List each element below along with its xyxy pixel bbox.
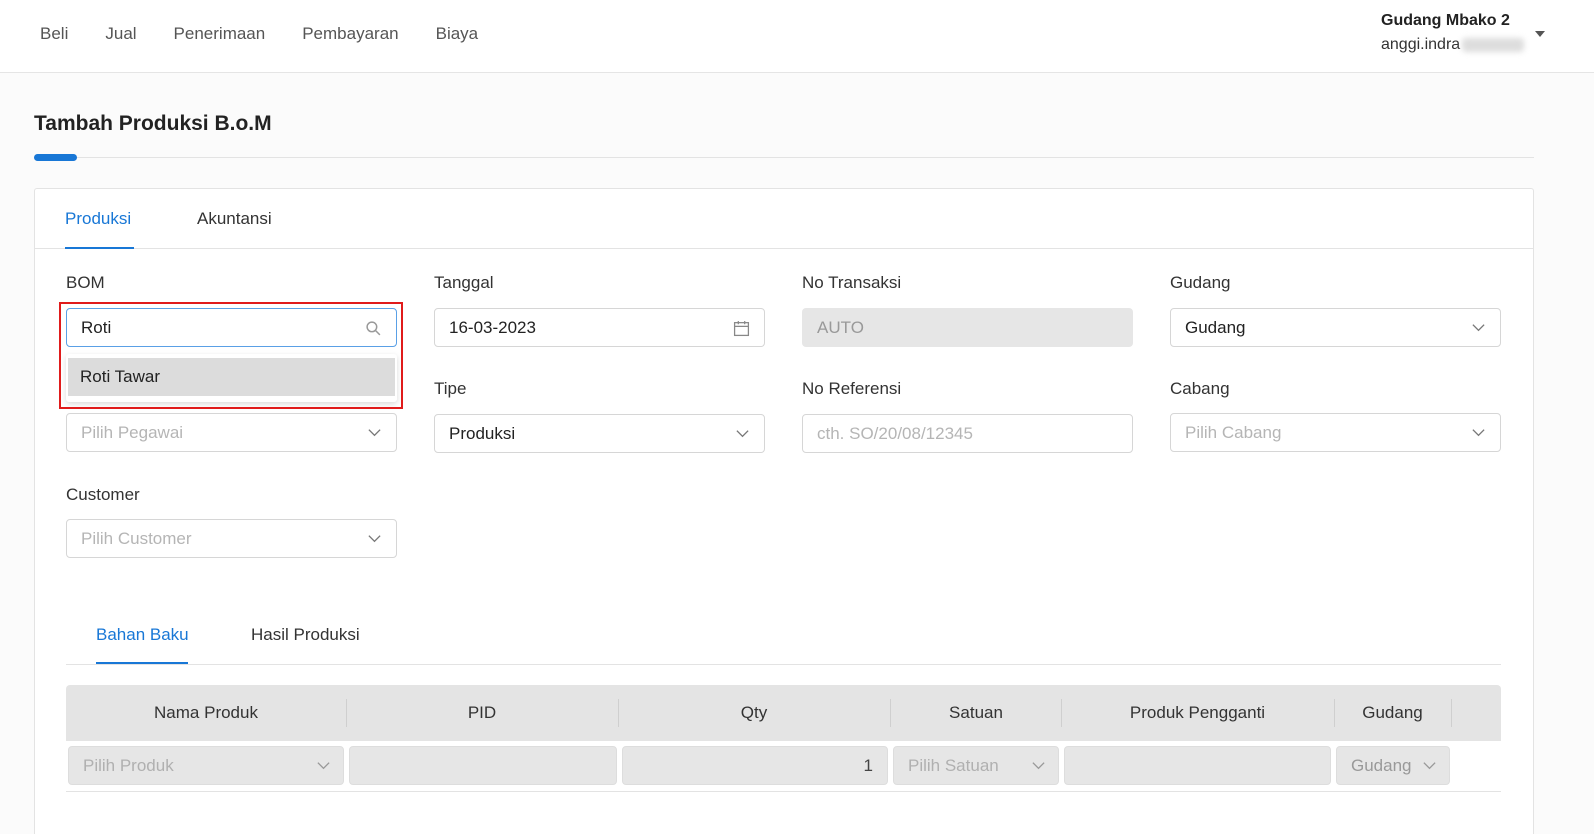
tanggal-label: Tanggal: [434, 273, 494, 292]
row-produk-select[interactable]: Pilih Produk: [68, 746, 344, 785]
col-nama-produk: Nama Produk: [154, 703, 258, 722]
tipe-value: Produksi: [449, 423, 516, 443]
top-bar: Beli Jual Penerimaan Pembayaran Biaya Gu…: [0, 0, 1594, 73]
tanggal-date-input[interactable]: 16-03-2023: [434, 308, 765, 347]
chevron-down-icon: [1472, 324, 1485, 332]
no-transaksi-label: No Transaksi: [802, 273, 902, 292]
col-produk-pengganti: Produk Pengganti: [1129, 703, 1266, 722]
chevron-down-icon: [1423, 762, 1436, 770]
no-transaksi-input: AUTO: [802, 308, 1133, 347]
no-referensi-input[interactable]: cth. SO/20/08/12345: [802, 414, 1133, 453]
customer-placeholder: Pilih Customer: [81, 528, 192, 548]
chevron-down-icon: [1032, 762, 1045, 770]
user-menu[interactable]: Gudang Mbako 2 anggi.indra: [1381, 12, 1525, 54]
no-referensi-placeholder: cth. SO/20/08/12345: [817, 423, 973, 443]
bom-label: BOM: [66, 273, 105, 292]
nav-item-jual[interactable]: Jual: [105, 24, 136, 44]
highlight-box: [59, 302, 403, 409]
gudang-select[interactable]: Gudang: [1170, 308, 1501, 347]
row-gudang-value: Gudang: [1351, 755, 1412, 775]
table-header: Nama Produk PID Qty Satuan Produk Pengga…: [66, 685, 1501, 741]
no-transaksi-value: AUTO: [817, 317, 864, 337]
row-qty-input[interactable]: 1: [622, 746, 888, 785]
satuan-placeholder: Pilih Satuan: [908, 755, 999, 775]
nav-item-penerimaan[interactable]: Penerimaan: [174, 24, 266, 44]
col-qty: Qty: [740, 703, 768, 722]
produk-placeholder: Pilih Produk: [83, 755, 174, 775]
calendar-icon: [733, 321, 750, 337]
title-divider: [34, 157, 1534, 158]
tipe-select[interactable]: Produksi: [434, 414, 765, 453]
row-gudang-select[interactable]: Gudang: [1336, 746, 1450, 785]
cabang-placeholder: Pilih Cabang: [1185, 422, 1282, 442]
page-title: Tambah Produksi B.o.M: [34, 112, 272, 135]
pegawai-select[interactable]: Pilih Pegawai: [66, 413, 397, 452]
user-email-text: anggi.indra: [1381, 36, 1461, 53]
column-divider: [1451, 699, 1452, 727]
nav-item-biaya[interactable]: Biaya: [436, 24, 479, 44]
user-email: anggi.indra: [1381, 36, 1525, 54]
pegawai-placeholder: Pilih Pegawai: [81, 422, 184, 442]
chevron-down-icon: [368, 429, 381, 437]
qty-value: 1: [863, 755, 873, 775]
chevron-down-icon: [736, 430, 749, 438]
caret-down-icon[interactable]: [1535, 31, 1545, 37]
col-satuan: Satuan: [949, 703, 1003, 722]
chevron-down-icon: [1472, 429, 1485, 437]
chevron-down-icon: [368, 535, 381, 543]
customer-label: Customer: [66, 485, 140, 504]
row-produk-pengganti-input[interactable]: [1064, 746, 1331, 785]
col-pid: PID: [467, 703, 497, 722]
chevron-down-icon: [317, 762, 330, 770]
tipe-label: Tipe: [434, 379, 467, 398]
cabang-label: Cabang: [1170, 379, 1230, 398]
col-gudang: Gudang: [1362, 703, 1423, 722]
row-satuan-select[interactable]: Pilih Satuan: [893, 746, 1059, 785]
organization-name: Gudang Mbako 2: [1381, 12, 1510, 29]
row-pid-input[interactable]: [349, 746, 617, 785]
tab-bahan-baku[interactable]: Bahan Baku: [96, 625, 189, 645]
nav-item-beli[interactable]: Beli: [40, 24, 68, 44]
top-tabs: Produksi Akuntansi: [35, 189, 1533, 249]
nav-item-pembayaran[interactable]: Pembayaran: [302, 24, 398, 44]
gudang-value: Gudang: [1185, 317, 1246, 337]
customer-select[interactable]: Pilih Customer: [66, 519, 397, 558]
gudang-label: Gudang: [1170, 273, 1231, 292]
title-accent-bar: [34, 154, 77, 161]
tanggal-value: 16-03-2023: [449, 317, 536, 337]
tab-hasil-produksi[interactable]: Hasil Produksi: [251, 625, 360, 645]
main-nav: Beli Jual Penerimaan Pembayaran Biaya: [40, 24, 515, 44]
email-redacted: [1462, 38, 1525, 52]
tab-produksi[interactable]: Produksi: [65, 209, 131, 229]
tab-active-indicator: [65, 247, 134, 249]
row-divider: [66, 791, 1501, 792]
subtab-divider: [66, 664, 1501, 665]
tab-akuntansi[interactable]: Akuntansi: [197, 209, 272, 229]
no-referensi-label: No Referensi: [802, 379, 902, 398]
cabang-select[interactable]: Pilih Cabang: [1170, 413, 1501, 452]
